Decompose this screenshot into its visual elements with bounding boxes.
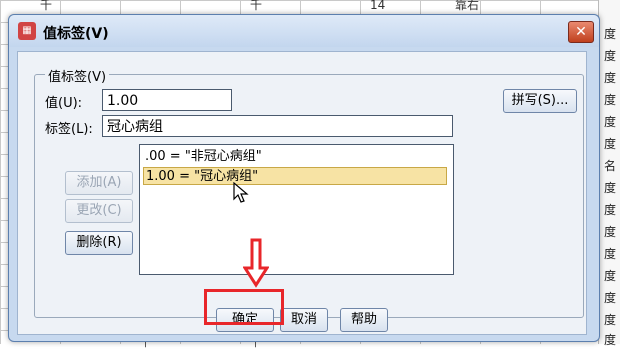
bg-cell: 度: [604, 269, 617, 283]
ok-button-highlight: [204, 289, 284, 325]
add-button[interactable]: 添加(A): [65, 171, 133, 195]
bg-cell: 度: [604, 333, 617, 347]
bg-cell: 度: [604, 93, 617, 107]
remove-button[interactable]: 删除(R): [65, 231, 133, 255]
value-labels-dialog: ▦ 值标签(V) ✕ 值标签(V) 值(U): 1.00 拼写(S)... 标签…: [8, 14, 600, 342]
title-bar[interactable]: ▦ 值标签(V) ✕: [9, 15, 599, 47]
bg-cell: 度: [604, 137, 617, 151]
bg-cell: 度: [604, 27, 617, 41]
bg-cell: 度: [604, 247, 617, 261]
close-icon: ✕: [575, 24, 587, 40]
label-label: 标签(L):: [45, 122, 93, 137]
change-button[interactable]: 更改(C): [65, 199, 133, 223]
bg-cell: 千: [250, 0, 263, 12]
spell-button[interactable]: 拼写(S)...: [503, 89, 577, 113]
bg-cell: 14: [370, 0, 386, 12]
value-labels-group: 值标签(V) 值(U): 1.00 拼写(S)... 标签(L): 冠心病组 添…: [34, 66, 584, 318]
bg-cell: 度: [604, 313, 617, 327]
bg-cell: 千: [40, 0, 53, 12]
bg-cell: 度: [604, 115, 617, 129]
list-item[interactable]: .00 = "非冠心病组": [143, 148, 264, 166]
value-label: 值(U):: [45, 96, 83, 111]
cancel-button[interactable]: 取消: [280, 308, 328, 332]
bg-cell: 度: [604, 71, 617, 85]
bg-cell: 度: [604, 225, 617, 239]
mouse-cursor-icon: [233, 182, 249, 203]
help-button[interactable]: 帮助: [340, 308, 388, 332]
bg-cell: 度: [604, 181, 617, 195]
label-input[interactable]: 冠心病组: [102, 115, 453, 137]
bg-cell: 度: [604, 291, 617, 305]
dialog-body: 值标签(V) 值(U): 1.00 拼写(S)... 标签(L): 冠心病组 添…: [17, 51, 587, 335]
bg-cell: 度: [604, 49, 617, 63]
list-item-selected[interactable]: 1.00 = "冠心病组": [143, 167, 447, 185]
bg-cell: 名: [604, 159, 617, 173]
bg-cell: 度: [604, 203, 617, 217]
value-label-list[interactable]: .00 = "非冠心病组" 1.00 = "冠心病组": [139, 144, 454, 275]
value-input[interactable]: 1.00: [102, 89, 232, 111]
close-button[interactable]: ✕: [568, 21, 594, 43]
dialog-title: 值标签(V): [43, 26, 109, 42]
bg-cell: 靠右: [455, 0, 480, 12]
spss-app-icon: ▦: [18, 22, 36, 40]
group-label: 值标签(V): [45, 66, 110, 85]
down-arrow-icon: [243, 238, 269, 288]
